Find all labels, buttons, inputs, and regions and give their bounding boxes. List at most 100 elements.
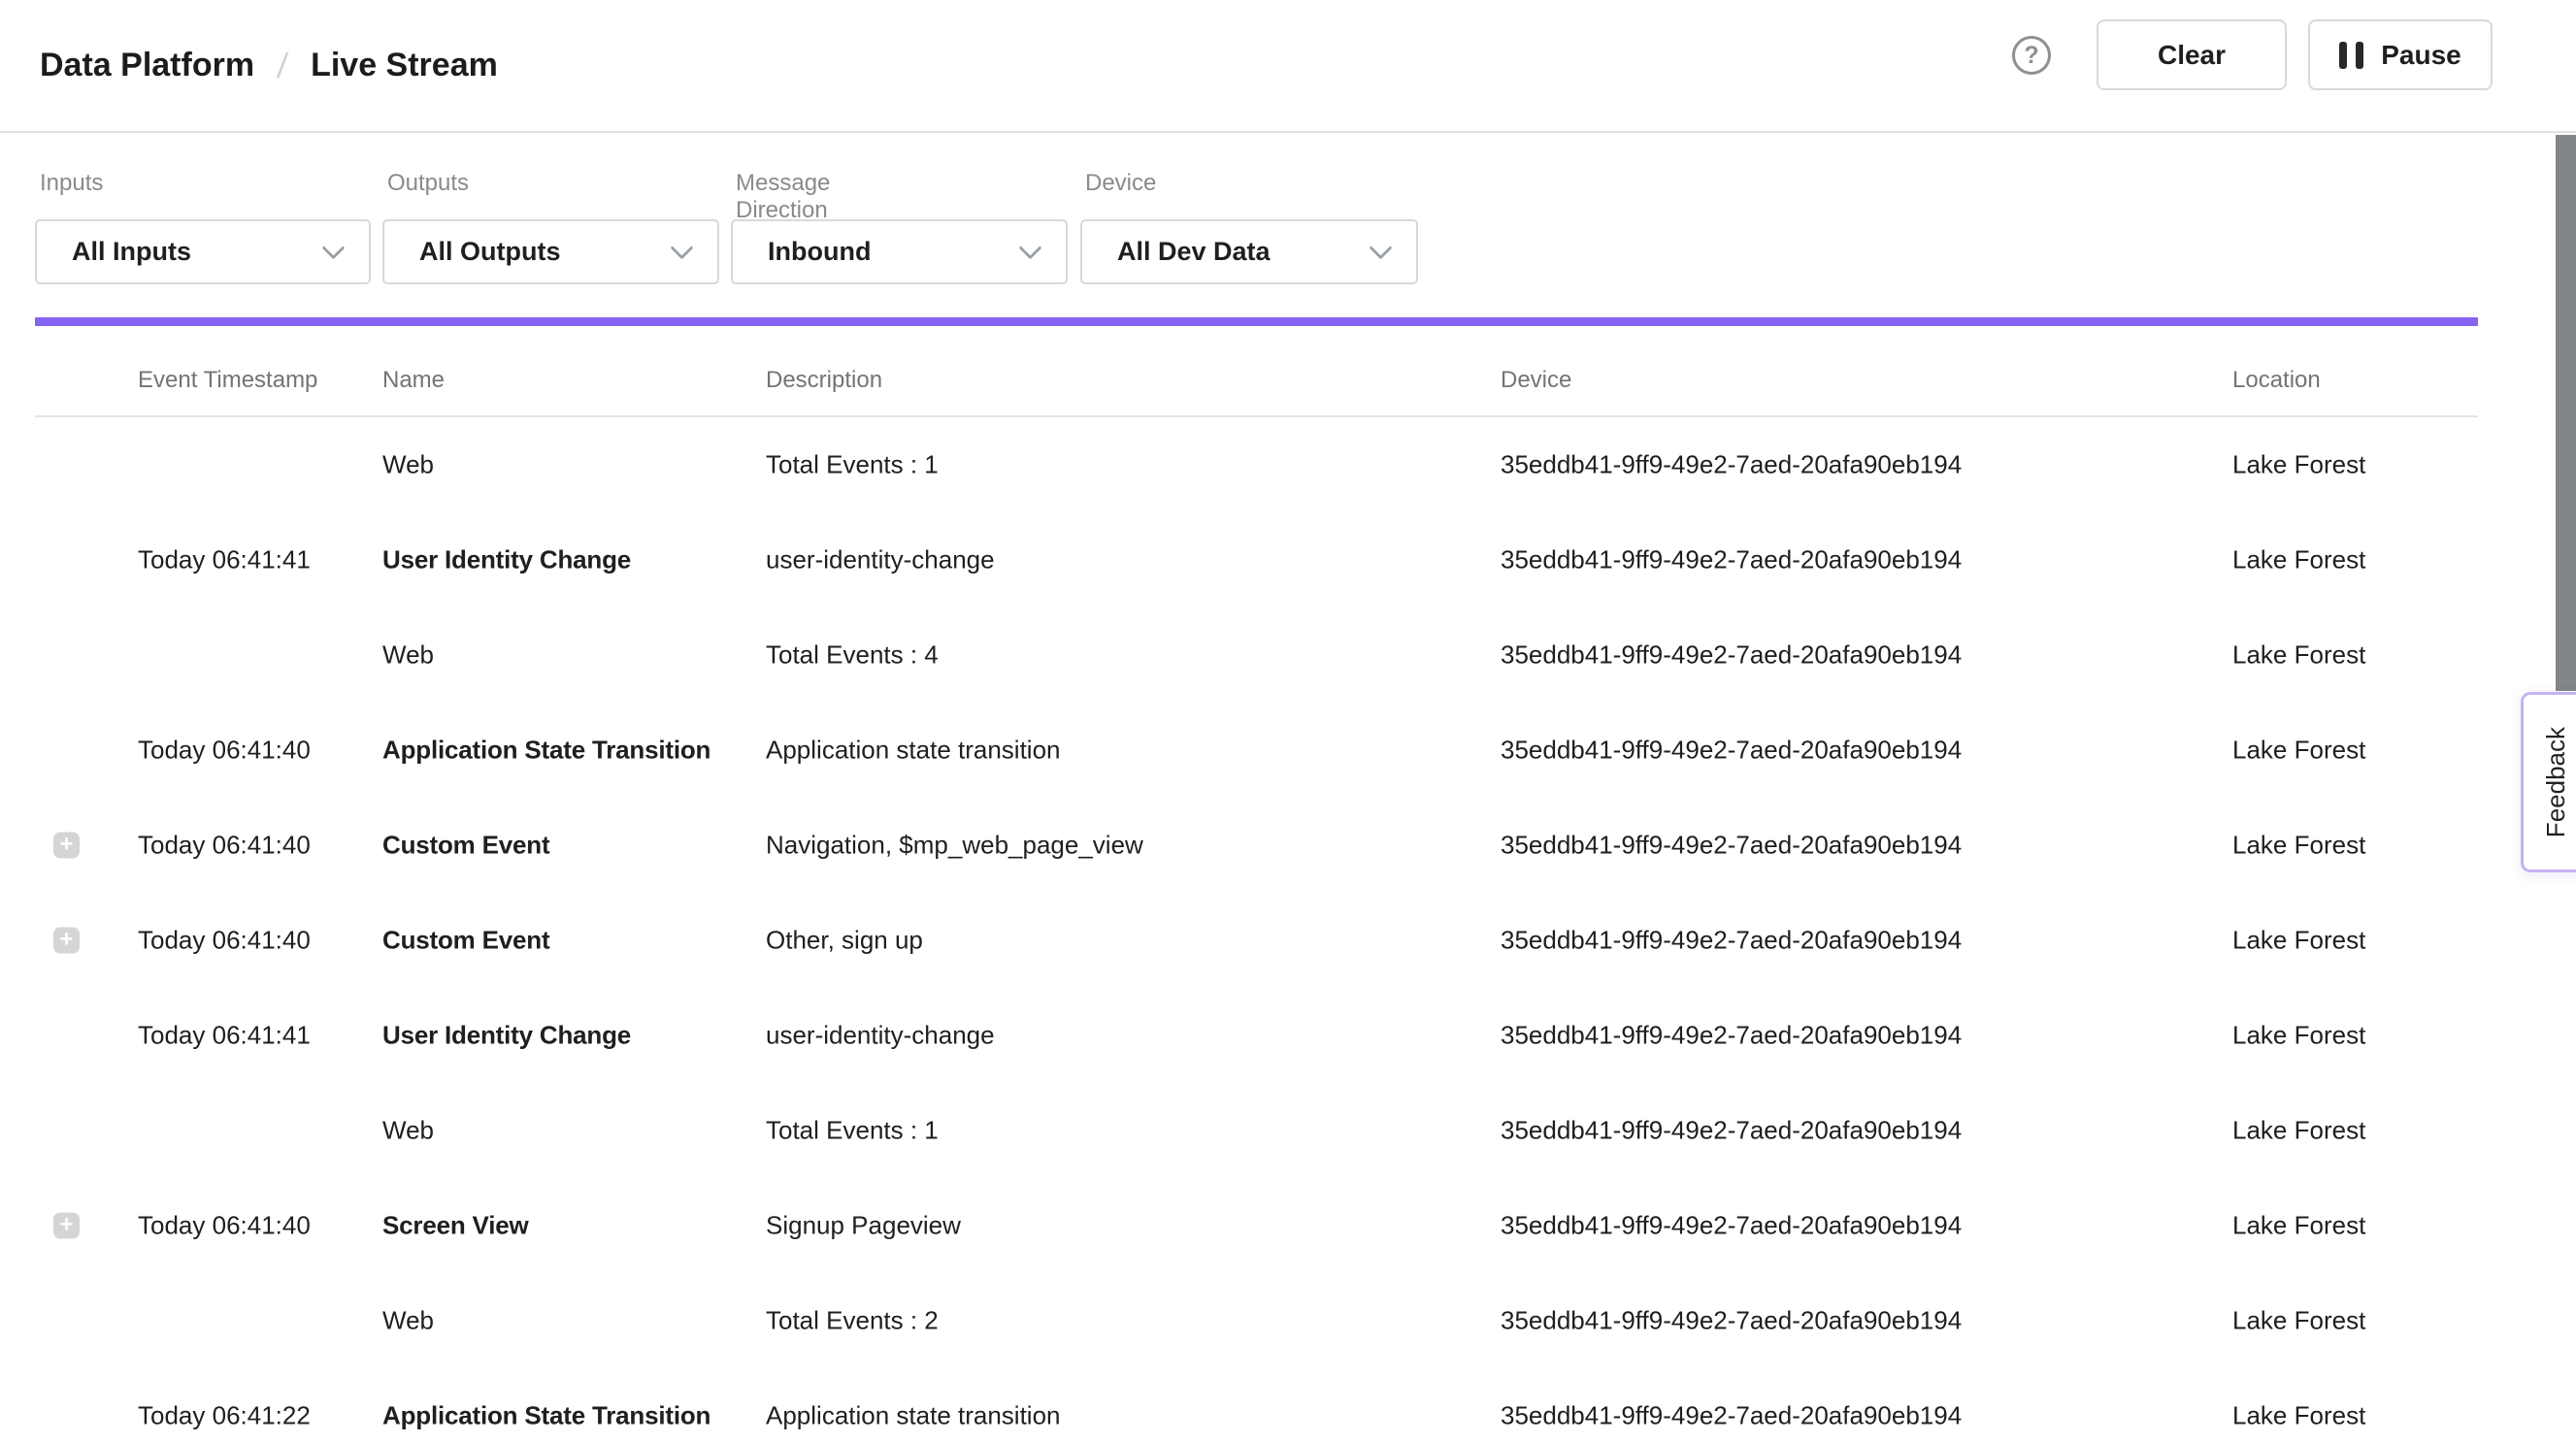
feedback-label: Feedback bbox=[2541, 727, 2571, 837]
cell-name: Application State Transition bbox=[382, 736, 710, 766]
device-dropdown[interactable]: All Dev Data bbox=[1080, 219, 1418, 284]
cell-description: Application state transition bbox=[766, 1401, 1061, 1431]
expand-icon[interactable]: + bbox=[53, 1213, 80, 1239]
help-icon[interactable]: ? bbox=[2012, 36, 2051, 75]
event-table-body: Web Total Events : 1 35eddb41-9ff9-49e2-7a… bbox=[0, 417, 2576, 1442]
cell-name: Web bbox=[382, 1306, 434, 1336]
cell-device: 35eddb41-9ff9-49e2-7aed-20afa90eb194 bbox=[1501, 1401, 1962, 1431]
pause-button-label: Pause bbox=[2381, 40, 2461, 71]
breadcrumb: Data Platform / Live Stream bbox=[40, 0, 498, 131]
cell-location: Lake Forest bbox=[2232, 926, 2365, 956]
cell-device: 35eddb41-9ff9-49e2-7aed-20afa90eb194 bbox=[1501, 1306, 1962, 1336]
device-dropdown-value: All Dev Data bbox=[1117, 237, 1271, 267]
table-row[interactable]: Today 06:41:41 User Identity Change user-i… bbox=[0, 988, 2576, 1083]
cell-event-timestamp: Today 06:41:40 bbox=[138, 831, 311, 861]
chevron-down-icon bbox=[1369, 236, 1392, 259]
cell-event-timestamp: Today 06:41:40 bbox=[138, 926, 311, 956]
outputs-dropdown-value: All Outputs bbox=[419, 237, 560, 267]
table-row[interactable]: WebTotal Events : 235eddb41-9ff9-49e2-7a… bbox=[0, 1273, 2576, 1368]
livestream-accent-bar bbox=[35, 317, 2478, 326]
filter-label-device: Device bbox=[1085, 170, 1156, 197]
feedback-tab[interactable]: Feedback bbox=[2521, 692, 2576, 872]
cell-device: 35eddb41-9ff9-49e2-7aed-20afa90eb194 bbox=[1501, 831, 1962, 861]
clear-button-label: Clear bbox=[2158, 40, 2226, 71]
cell-name: Screen View bbox=[382, 1211, 529, 1241]
table-row[interactable]: WebTotal Events : 135eddb41-9ff9-49e2-7a… bbox=[0, 1083, 2576, 1178]
table-row[interactable]: Today 06:41:41 User Identity Change user-i… bbox=[0, 512, 2576, 607]
cell-name: Web bbox=[382, 640, 434, 671]
table-row[interactable]: Today 06:41:22 Application State Transiti… bbox=[0, 1368, 2576, 1442]
cell-location: Lake Forest bbox=[2232, 545, 2365, 575]
cell-name: User Identity Change bbox=[382, 1021, 631, 1051]
scrollbar-thumb[interactable] bbox=[2556, 135, 2576, 691]
event-table-header: Event Timestamp Name Description Device … bbox=[0, 326, 2576, 417]
column-header-name: Name bbox=[382, 367, 445, 394]
cell-description: Other, sign up bbox=[766, 926, 923, 956]
cell-device: 35eddb41-9ff9-49e2-7aed-20afa90eb194 bbox=[1501, 640, 1962, 671]
pause-icon bbox=[2339, 42, 2363, 69]
inputs-dropdown-value: All Inputs bbox=[72, 237, 191, 267]
column-header-device: Device bbox=[1501, 367, 1571, 394]
pause-button[interactable]: Pause bbox=[2308, 19, 2493, 90]
cell-description: user-identity-change bbox=[766, 545, 995, 575]
cell-event-timestamp: Today 06:41:41 bbox=[138, 1021, 311, 1051]
cell-device: 35eddb41-9ff9-49e2-7aed-20afa90eb194 bbox=[1501, 926, 1962, 956]
cell-location: Lake Forest bbox=[2232, 1401, 2365, 1431]
cell-name: Web bbox=[382, 1116, 434, 1146]
column-header-description: Description bbox=[766, 367, 882, 394]
expand-icon[interactable]: + bbox=[53, 833, 80, 859]
breadcrumb-separator: / bbox=[276, 46, 289, 86]
table-row[interactable]: + Today 06:41:40 Custom Event Other, sign u… bbox=[0, 893, 2576, 988]
filter-label-outputs: Outputs bbox=[387, 170, 469, 197]
cell-device: 35eddb41-9ff9-49e2-7aed-20afa90eb194 bbox=[1501, 1116, 1962, 1146]
cell-name: Custom Event bbox=[382, 926, 549, 956]
filter-label-message-direction: Message Direction bbox=[736, 170, 830, 224]
column-header-event-timestamp: Event Timestamp bbox=[138, 367, 317, 394]
cell-event-timestamp: Today 06:41:22 bbox=[138, 1401, 311, 1431]
cell-location: Lake Forest bbox=[2232, 1211, 2365, 1241]
cell-device: 35eddb41-9ff9-49e2-7aed-20afa90eb194 bbox=[1501, 736, 1962, 766]
cell-name: Application State Transition bbox=[382, 1401, 710, 1431]
cell-device: 35eddb41-9ff9-49e2-7aed-20afa90eb194 bbox=[1501, 1211, 1962, 1241]
cell-location: Lake Forest bbox=[2232, 1306, 2365, 1336]
table-row[interactable]: Web Total Events : 4 35eddb41-9ff9-49e2-7a… bbox=[0, 607, 2576, 703]
cell-location: Lake Forest bbox=[2232, 736, 2365, 766]
outputs-dropdown[interactable]: All Outputs bbox=[382, 219, 719, 284]
cell-location: Lake Forest bbox=[2232, 1021, 2365, 1051]
table-row[interactable]: Today 06:41:40 Application State Transiti… bbox=[0, 703, 2576, 798]
message-direction-dropdown-value: Inbound bbox=[768, 237, 871, 267]
cell-event-timestamp: Today 06:41:40 bbox=[138, 736, 311, 766]
cell-location: Lake Forest bbox=[2232, 640, 2365, 671]
cell-description: Total Events : 1 bbox=[766, 450, 939, 480]
breadcrumb-item-live-stream: Live Stream bbox=[311, 47, 498, 84]
cell-description: Total Events : 4 bbox=[766, 640, 939, 671]
cell-name: Web bbox=[382, 450, 434, 480]
cell-description: Application state transition bbox=[766, 736, 1061, 766]
table-row[interactable]: + Today 06:41:40 Custom Event Navigation, $… bbox=[0, 798, 2576, 893]
filter-label-inputs: Inputs bbox=[40, 170, 103, 197]
table-row[interactable]: + Today 06:41:40 Screen View Signup Pagevie… bbox=[0, 1178, 2576, 1273]
cell-description: Signup Pageview bbox=[766, 1211, 961, 1241]
chevron-down-icon bbox=[321, 236, 345, 259]
cell-description: user-identity-change bbox=[766, 1021, 995, 1051]
table-row[interactable]: Web Total Events : 1 35eddb41-9ff9-49e2-7a… bbox=[0, 417, 2576, 512]
chevron-down-icon bbox=[670, 236, 693, 259]
breadcrumb-item-data-platform[interactable]: Data Platform bbox=[40, 47, 254, 84]
cell-description: Navigation, $mp_web_page_view bbox=[766, 831, 1143, 861]
message-direction-dropdown[interactable]: Inbound bbox=[731, 219, 1068, 284]
cell-device: 35eddb41-9ff9-49e2-7aed-20afa90eb194 bbox=[1501, 1021, 1962, 1051]
expand-icon[interactable]: + bbox=[53, 928, 80, 954]
cell-name: User Identity Change bbox=[382, 545, 631, 575]
app-header: Data Platform / Live Stream ? Clear Paus… bbox=[0, 0, 2576, 133]
cell-name: Custom Event bbox=[382, 831, 549, 861]
chevron-down-icon bbox=[1018, 236, 1041, 259]
cell-event-timestamp: Today 06:41:40 bbox=[138, 1211, 311, 1241]
cell-event-timestamp: Today 06:41:41 bbox=[138, 545, 311, 575]
inputs-dropdown[interactable]: All Inputs bbox=[35, 219, 371, 284]
cell-location: Lake Forest bbox=[2232, 450, 2365, 480]
cell-device: 35eddb41-9ff9-49e2-7aed-20afa90eb194 bbox=[1501, 450, 1962, 480]
cell-device: 35eddb41-9ff9-49e2-7aed-20afa90eb194 bbox=[1501, 545, 1962, 575]
clear-button[interactable]: Clear bbox=[2097, 19, 2287, 90]
cell-location: Lake Forest bbox=[2232, 1116, 2365, 1146]
cell-location: Lake Forest bbox=[2232, 831, 2365, 861]
